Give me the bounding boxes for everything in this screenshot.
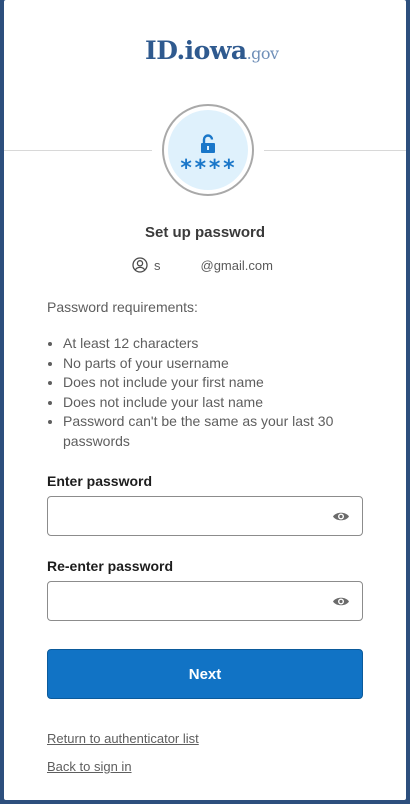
requirements-heading: Password requirements: [47,299,198,315]
eye-icon[interactable] [332,510,350,523]
page-title: Set up password [144,224,266,241]
divider-left [4,150,152,151]
password-stars: **** [179,156,237,181]
user-circle-icon [132,257,148,273]
next-button[interactable]: Next [47,649,363,699]
confirm-password-label: Re-enter password [47,558,174,574]
logo-suffix-text: .gov [246,44,280,63]
confirm-password-input[interactable] [58,583,332,621]
requirement-item: Password can't be the same as your last … [63,412,383,451]
requirement-item: At least 12 characters [63,334,383,354]
password-authenticator-badge: **** [162,104,254,196]
user-email-domain: @gmail.com [200,257,273,273]
lock-open-icon [201,134,215,153]
requirement-item: Does not include your last name [63,393,383,413]
requirement-item: No parts of your username [63,354,383,374]
confirm-password-field-container [47,581,363,621]
eye-icon[interactable] [332,595,350,608]
user-identifier: s @gmail.com [132,256,273,274]
logo-main-text: ID.iowa [145,36,247,65]
requirement-item: Does not include your first name [63,373,383,393]
password-field-container [47,496,363,536]
id-iowa-logo: ID.iowa.gov [145,36,279,76]
user-initial: s [154,257,161,273]
return-to-authenticator-list-link[interactable]: Return to authenticator list [47,731,199,746]
back-to-sign-in-link[interactable]: Back to sign in [47,759,132,774]
divider-right [264,150,406,151]
requirements-list: At least 12 characters No parts of your … [47,334,383,451]
password-label: Enter password [47,473,153,489]
password-input[interactable] [58,498,332,536]
auth-card: ID.iowa.gov **** Set up password s @gmai… [4,0,406,800]
